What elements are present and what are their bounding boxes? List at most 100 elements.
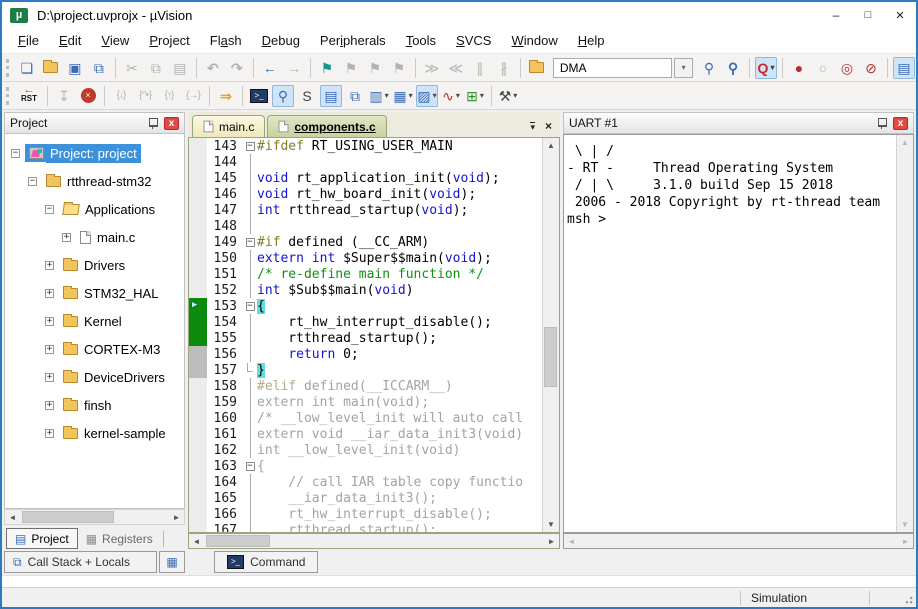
scroll-up-icon[interactable]: ▲ — [544, 138, 559, 153]
code-line[interactable]: 156 return 0; — [189, 346, 542, 362]
undo-button[interactable]: ↶ — [202, 57, 224, 79]
tree-item-cortex-m3[interactable]: +CORTEX-M3 — [5, 335, 184, 363]
code-line[interactable]: 147int rtthread_startup(void); — [189, 202, 542, 218]
disassembly-window-button[interactable]: ⚲ — [272, 85, 294, 107]
enable-breakpoint-button[interactable]: ○ — [812, 57, 834, 79]
call-stack-window-button[interactable]: ⧉ — [344, 85, 366, 107]
editor-hscrollbar[interactable]: ◄ ► — [188, 533, 560, 549]
close-tab-icon[interactable]: × — [545, 119, 552, 133]
scroll-down-icon[interactable]: ▼ — [544, 517, 559, 532]
uart-vscrollbar[interactable]: ▲ ▼ — [896, 135, 913, 532]
insert-breakpoint-button[interactable]: ● — [788, 57, 810, 79]
fold-column[interactable]: − — [243, 138, 257, 154]
uncomment-button[interactable]: ∦ — [493, 57, 515, 79]
tree-expander-icon[interactable]: + — [45, 373, 54, 382]
tree-item-rtthread-stm32[interactable]: −rtthread-stm32 — [5, 167, 184, 195]
memory-grid-button[interactable]: ▦ — [159, 551, 185, 573]
bookmark-clear-all-button[interactable]: ⚑ — [388, 57, 410, 79]
code-line[interactable]: 149−#if defined (__CC_ARM) — [189, 234, 542, 250]
system-viewer-button[interactable]: ⊞▾ — [464, 85, 486, 107]
tree-expander-icon[interactable]: + — [45, 401, 54, 410]
fold-column[interactable]: − — [243, 458, 257, 474]
code-line[interactable]: 148 — [189, 218, 542, 234]
code-line[interactable]: 158#elif defined(__ICCARM__) — [189, 378, 542, 394]
menu-project[interactable]: Project — [139, 30, 199, 51]
fold-collapse-icon[interactable]: − — [246, 302, 255, 311]
tree-expander-icon[interactable]: + — [45, 429, 54, 438]
toolbar-grip[interactable] — [6, 59, 11, 77]
logic-analyzer-button[interactable]: ∿▾ — [440, 85, 462, 107]
tree-item-drivers[interactable]: +Drivers — [5, 251, 184, 279]
reset-button[interactable]: ←RST — [16, 85, 42, 107]
incremental-find-button[interactable]: ⚲ — [722, 57, 744, 79]
watch-window-button[interactable]: ▥▾ — [368, 85, 390, 107]
tree-expander-icon[interactable]: + — [62, 233, 71, 242]
project-panel-close-icon[interactable]: x — [164, 117, 179, 130]
scroll-left-icon[interactable]: ◄ — [564, 534, 579, 549]
uart-hscrollbar[interactable]: ◄ ► — [563, 533, 914, 549]
menu-svcs[interactable]: SVCS — [446, 30, 501, 51]
uart-panel-close-icon[interactable]: x — [893, 117, 908, 130]
callstack-tab[interactable]: ⧉ Call Stack + Locals — [4, 551, 157, 573]
run-to-cursor-button[interactable]: {→} — [182, 85, 204, 107]
tree-item-kernel-sample[interactable]: +kernel-sample — [5, 419, 184, 447]
tab-registers[interactable]: ▦Registers — [78, 528, 161, 549]
tree-expander-icon[interactable]: − — [45, 205, 54, 214]
tree-expander-icon[interactable]: − — [28, 177, 37, 186]
code-line[interactable]: 143−#ifdef RT_USING_USER_MAIN — [189, 138, 542, 154]
scroll-up-icon[interactable]: ▲ — [898, 135, 913, 150]
menu-edit[interactable]: Edit — [49, 30, 91, 51]
code-line[interactable]: 146void rt_hw_board_init(void); — [189, 186, 542, 202]
copy-button[interactable]: ⧉ — [145, 57, 167, 79]
scrollbar-thumb[interactable] — [206, 535, 270, 547]
stop-button[interactable]: × — [77, 85, 99, 107]
word-highlight-button[interactable]: Q▾ — [755, 57, 777, 79]
code-line[interactable]: 157} — [189, 362, 542, 378]
cut-button[interactable]: ✂ — [121, 57, 143, 79]
search-dropdown-button[interactable]: ▾ — [674, 58, 693, 78]
tree-item-main-c[interactable]: +main.c — [5, 223, 184, 251]
fold-collapse-icon[interactable]: − — [246, 142, 255, 151]
tree-item-stm32-hal[interactable]: +STM32_HAL — [5, 279, 184, 307]
open-file-button[interactable] — [40, 57, 62, 79]
bookmark-prev-button[interactable]: ⚑ — [340, 57, 362, 79]
kill-all-breakpoints-button[interactable]: ⊘ — [860, 57, 882, 79]
disable-all-breakpoints-button[interactable]: ◎ — [836, 57, 858, 79]
tree-expander-icon[interactable]: + — [45, 317, 54, 326]
code-line[interactable]: 151/* re-define main function */ — [189, 266, 542, 282]
find-in-files-button[interactable] — [526, 57, 548, 79]
toolbar-grip[interactable] — [6, 87, 11, 105]
code-line[interactable]: 167 rtthread_startup(); — [189, 522, 542, 532]
code-line[interactable]: 152int $Sub$$main(void) — [189, 282, 542, 298]
toolbox-button[interactable]: ⚒▾ — [497, 85, 519, 107]
code-line[interactable]: 159extern int main(void); — [189, 394, 542, 410]
menu-peripherals[interactable]: Peripherals — [310, 30, 396, 51]
code-line[interactable]: 155 rtthread_startup(); — [189, 330, 542, 346]
resize-grip[interactable] — [900, 591, 914, 605]
code-line[interactable]: 150extern int $Super$$main(void); — [189, 250, 542, 266]
tab-project[interactable]: ▤Project — [6, 528, 78, 549]
uart-output[interactable]: \ | / - RT - Thread Operating System / |… — [564, 135, 896, 532]
code-line[interactable]: 145void rt_application_init(void); — [189, 170, 542, 186]
scrollbar-thumb[interactable] — [544, 327, 557, 387]
find-button[interactable]: ⚲ — [698, 57, 720, 79]
comment-button[interactable]: ∥ — [469, 57, 491, 79]
pin-icon[interactable] — [148, 117, 158, 129]
command-window-button[interactable]: >_ — [248, 85, 270, 107]
scroll-right-icon[interactable]: ► — [544, 534, 559, 549]
fold-collapse-icon[interactable]: − — [246, 238, 255, 247]
tree-item-devicedrivers[interactable]: +DeviceDrivers — [5, 363, 184, 391]
menu-help[interactable]: Help — [568, 30, 615, 51]
code-line[interactable]: 162int __low_level_init(void) — [189, 442, 542, 458]
menu-debug[interactable]: Debug — [252, 30, 310, 51]
indent-button[interactable]: ≫ — [421, 57, 443, 79]
code-line[interactable]: 144 — [189, 154, 542, 170]
step-over-button[interactable]: {↷} — [134, 85, 156, 107]
navigate-back-button[interactable]: ← — [259, 57, 281, 79]
code-line[interactable]: 154 rt_hw_interrupt_disable(); — [189, 314, 542, 330]
tree-item-applications[interactable]: −Applications — [5, 195, 184, 223]
project-window-toggle[interactable]: ▤ — [893, 57, 915, 79]
menu-flash[interactable]: Flash — [200, 30, 252, 51]
menu-window[interactable]: Window — [501, 30, 567, 51]
menu-tools[interactable]: Tools — [396, 30, 446, 51]
